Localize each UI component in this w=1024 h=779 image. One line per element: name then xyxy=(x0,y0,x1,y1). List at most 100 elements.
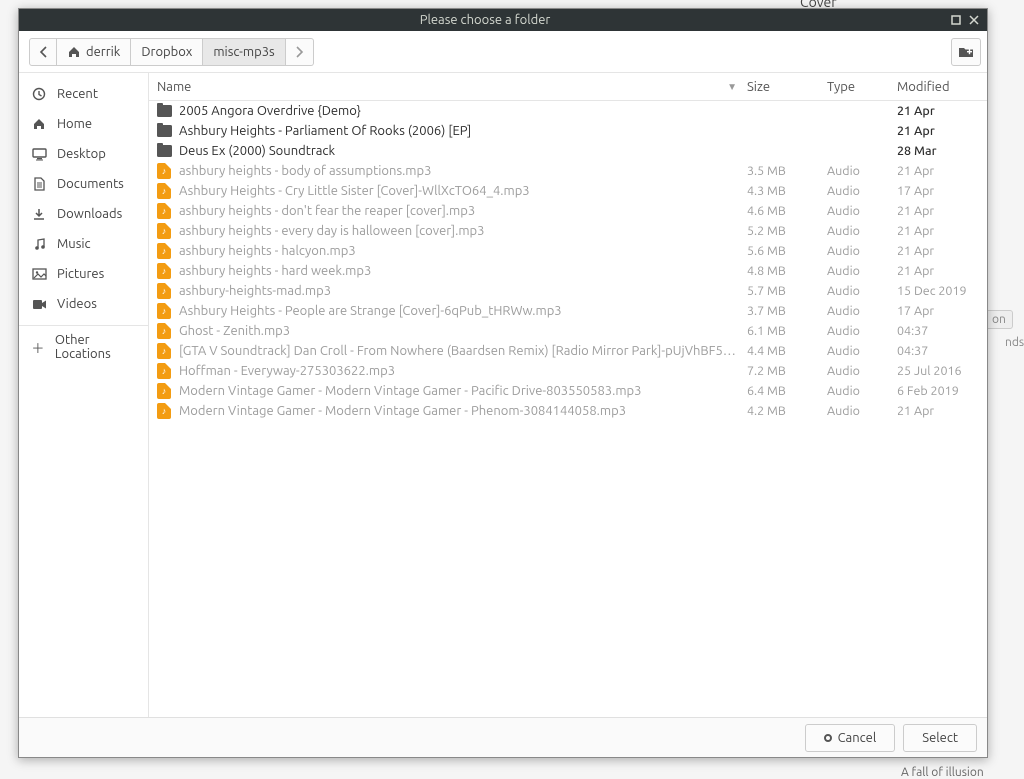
sidebar-other-label: Other Locations xyxy=(55,333,136,361)
column-name[interactable]: Name ▼ xyxy=(149,80,747,94)
sidebar-item-videos[interactable]: Videos xyxy=(19,289,148,319)
desktop-icon xyxy=(31,148,47,161)
backdrop-nds: nds xyxy=(1005,336,1024,349)
documents-icon xyxy=(31,177,47,191)
file-modified: 21 Apr xyxy=(897,244,987,258)
file-pane: Name ▼ Size Type Modified 2005 Angora Ov… xyxy=(149,73,987,717)
file-row[interactable]: ashbury heights - halcyon.mp35.6 MBAudio… xyxy=(149,241,987,261)
column-modified[interactable]: Modified xyxy=(897,80,987,94)
sidebar-item-label: Pictures xyxy=(57,267,104,281)
sidebar-other-locations[interactable]: ＋ Other Locations xyxy=(19,332,148,362)
sidebar-item-downloads[interactable]: Downloads xyxy=(19,199,148,229)
file-modified: 17 Apr xyxy=(897,304,987,318)
file-modified: 28 Mar xyxy=(897,144,987,158)
column-header: Name ▼ Size Type Modified xyxy=(149,73,987,101)
select-label: Select xyxy=(922,731,958,745)
sidebar-item-documents[interactable]: Documents xyxy=(19,169,148,199)
path-toolbar: derrik Dropbox misc-mp3s xyxy=(19,31,987,73)
file-size: 4.2 MB xyxy=(747,404,827,418)
file-name: Ashbury Heights - Cry Little Sister [Cov… xyxy=(179,184,747,198)
file-modified: 21 Apr xyxy=(897,104,987,118)
audio-file-icon xyxy=(157,263,171,279)
file-name: Ashbury Heights - People are Strange [Co… xyxy=(179,304,747,318)
file-modified: 21 Apr xyxy=(897,224,987,238)
audio-file-icon xyxy=(157,303,171,319)
file-size: 3.7 MB xyxy=(747,304,827,318)
cancel-icon xyxy=(824,734,832,742)
crumb-1-label: Dropbox xyxy=(141,45,192,59)
audio-file-icon xyxy=(157,403,171,419)
file-row[interactable]: Ashbury Heights - Cry Little Sister [Cov… xyxy=(149,181,987,201)
file-type: Audio xyxy=(827,164,897,178)
file-size: 5.6 MB xyxy=(747,244,827,258)
file-modified: 17 Apr xyxy=(897,184,987,198)
file-row[interactable]: ashbury heights - body of assumptions.mp… xyxy=(149,161,987,181)
file-type: Audio xyxy=(827,384,897,398)
cancel-button[interactable]: Cancel xyxy=(805,724,896,752)
sidebar-item-label: Recent xyxy=(57,87,98,101)
file-name: ashbury heights - every day is halloween… xyxy=(179,224,747,238)
file-row[interactable]: ashbury heights - hard week.mp34.8 MBAud… xyxy=(149,261,987,281)
sidebar-item-music[interactable]: Music xyxy=(19,229,148,259)
file-row[interactable]: Modern Vintage Gamer - Modern Vintage Ga… xyxy=(149,401,987,421)
audio-file-icon xyxy=(157,163,171,179)
file-row[interactable]: ashbury heights - every day is halloween… xyxy=(149,221,987,241)
nav-back-button[interactable] xyxy=(29,38,57,66)
file-name: 2005 Angora Overdrive {Demo} xyxy=(179,104,747,118)
sidebar-item-home[interactable]: Home xyxy=(19,109,148,139)
file-modified: 21 Apr xyxy=(897,404,987,418)
select-button[interactable]: Select xyxy=(903,724,977,752)
sidebar-item-recent[interactable]: Recent xyxy=(19,79,148,109)
maximize-button[interactable] xyxy=(947,11,965,29)
sidebar-item-pictures[interactable]: Pictures xyxy=(19,259,148,289)
audio-file-icon xyxy=(157,203,171,219)
crumb-home[interactable]: derrik xyxy=(57,38,131,66)
plus-icon: ＋ xyxy=(31,338,45,357)
dialog-footer: Cancel Select xyxy=(19,717,987,757)
file-name: ashbury heights - halcyon.mp3 xyxy=(179,244,747,258)
file-row[interactable]: Modern Vintage Gamer - Modern Vintage Ga… xyxy=(149,381,987,401)
folder-row[interactable]: 2005 Angora Overdrive {Demo} 21 Apr xyxy=(149,101,987,121)
downloads-icon xyxy=(31,207,47,221)
file-row[interactable]: Ashbury Heights - People are Strange [Co… xyxy=(149,301,987,321)
titlebar: Please choose a folder xyxy=(19,9,987,31)
file-list: 2005 Angora Overdrive {Demo} 21 Apr Ashbur… xyxy=(149,101,987,717)
new-folder-button[interactable] xyxy=(951,38,981,66)
close-button[interactable] xyxy=(965,11,983,29)
file-type: Audio xyxy=(827,344,897,358)
crumb-2[interactable]: misc-mp3s xyxy=(203,38,285,66)
crumb-2-label: misc-mp3s xyxy=(213,45,274,59)
crumb-home-label: derrik xyxy=(86,45,120,59)
column-type[interactable]: Type xyxy=(827,80,897,94)
file-row[interactable]: Hoffman - Everyway-275303622.mp37.2 MBAu… xyxy=(149,361,987,381)
file-size: 5.7 MB xyxy=(747,284,827,298)
folder-row[interactable]: Ashbury Heights - Parliament Of Rooks (2… xyxy=(149,121,987,141)
file-type: Audio xyxy=(827,224,897,238)
videos-icon xyxy=(31,299,47,310)
folder-row[interactable]: Deus Ex (2000) Soundtrack28 Mar xyxy=(149,141,987,161)
folder-icon xyxy=(157,145,172,157)
file-name: Hoffman - Everyway-275303622.mp3 xyxy=(179,364,747,378)
file-row[interactable]: ashbury heights - don't fear the reaper … xyxy=(149,201,987,221)
file-modified: 21 Apr xyxy=(897,204,987,218)
folder-icon xyxy=(157,125,172,137)
sidebar-item-label: Music xyxy=(57,237,91,251)
sidebar-item-label: Desktop xyxy=(57,147,106,161)
file-row[interactable]: ashbury-heights-mad.mp35.7 MBAudio15 Dec… xyxy=(149,281,987,301)
recent-icon xyxy=(31,87,47,101)
column-size[interactable]: Size xyxy=(747,80,827,94)
pictures-icon xyxy=(31,268,47,280)
file-modified: 15 Dec 2019 xyxy=(897,284,987,298)
home-icon xyxy=(31,117,47,131)
crumb-1[interactable]: Dropbox xyxy=(131,38,203,66)
audio-file-icon xyxy=(157,243,171,259)
file-row[interactable]: [GTA V Soundtrack] Dan Croll - From Nowh… xyxy=(149,341,987,361)
nav-forward-button[interactable] xyxy=(286,38,314,66)
file-type: Audio xyxy=(827,204,897,218)
sidebar-item-label: Home xyxy=(57,117,92,131)
sidebar-item-desktop[interactable]: Desktop xyxy=(19,139,148,169)
file-type: Audio xyxy=(827,324,897,338)
file-row[interactable]: Ghost - Zenith.mp36.1 MBAudio04:37 xyxy=(149,321,987,341)
home-icon xyxy=(67,45,81,59)
backdrop-on: on xyxy=(985,310,1013,329)
